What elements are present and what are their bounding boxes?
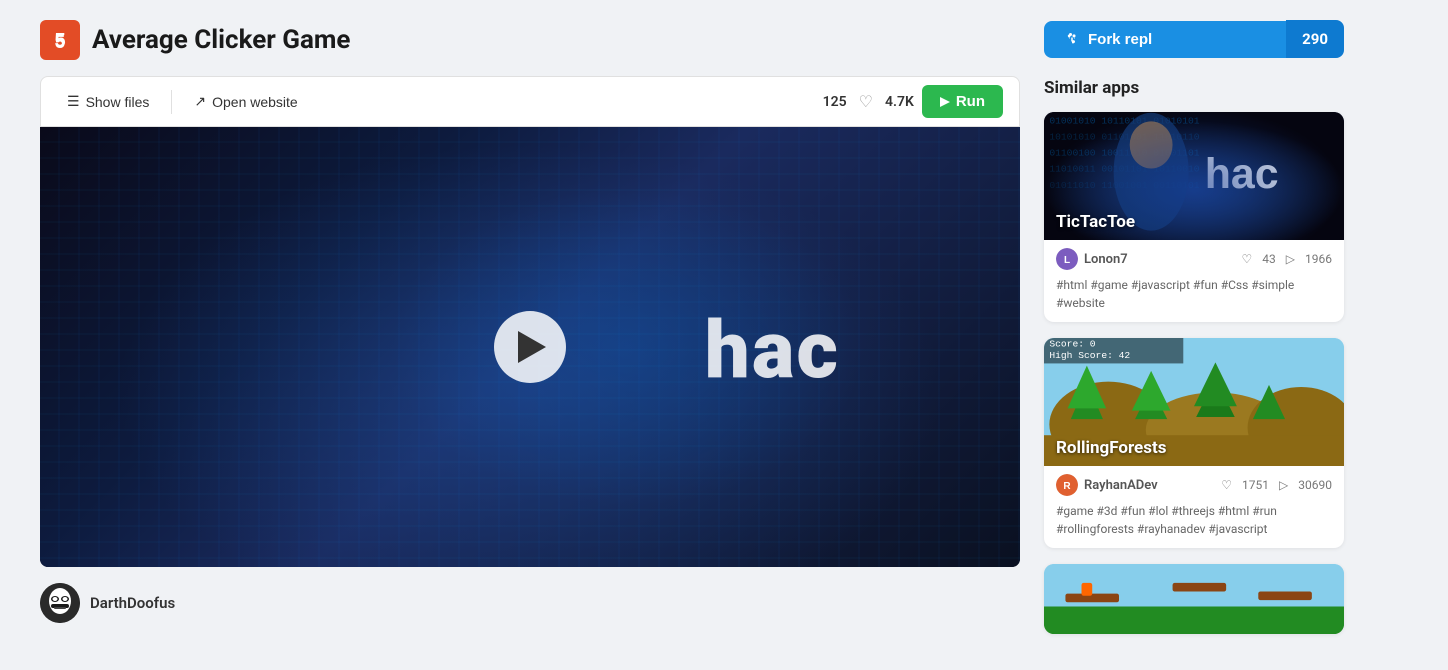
heart-icon[interactable]: ♡ xyxy=(859,92,873,111)
show-files-button[interactable]: ☰ Show files xyxy=(57,87,159,116)
author-name: DarthDoofus xyxy=(90,594,175,612)
run-label: Run xyxy=(956,93,985,110)
fork-count[interactable]: 290 xyxy=(1286,20,1344,58)
video-container[interactable]: hac xyxy=(40,127,1020,567)
app-card-2-name: RollingForests xyxy=(1056,438,1166,458)
app-card-2-body: R RayhanADev ♡ 1751 ▷ 30690 #game #3d #f… xyxy=(1044,466,1344,548)
svg-text:Score: 0: Score: 0 xyxy=(1049,338,1095,349)
app-card-2-stats: ♡ 1751 ▷ 30690 xyxy=(1221,478,1332,492)
external-link-icon: ↗ xyxy=(194,93,206,110)
heart-icon-1: ♡ xyxy=(1242,252,1253,266)
fork-label: Fork repl xyxy=(1088,31,1152,48)
svg-text:5: 5 xyxy=(54,30,65,52)
svg-text:R: R xyxy=(1063,481,1071,492)
heart-icon-2: ♡ xyxy=(1221,478,1232,492)
page-title: Average Clicker Game xyxy=(92,25,350,55)
app-card-tictactoe[interactable]: 01001010 10110101 01010101 10101010 0110… xyxy=(1044,112,1344,322)
app-card-2-tags: #game #3d #fun #lol #threejs #html #run … xyxy=(1056,502,1332,538)
fork-bar: Fork repl 290 xyxy=(1044,20,1344,58)
app-card-1-name: TicTacToe xyxy=(1056,212,1135,232)
app-card-1-body: L Lonon7 ♡ 43 ▷ 1966 #html #game #javasc… xyxy=(1044,240,1344,322)
svg-text:L: L xyxy=(1064,255,1070,266)
video-preview: hac xyxy=(40,127,1020,567)
play-button[interactable] xyxy=(494,311,566,383)
app-card-1-likes: 43 xyxy=(1262,252,1276,266)
fork-icon xyxy=(1064,31,1080,47)
app-card-2-meta: R RayhanADev ♡ 1751 ▷ 30690 xyxy=(1056,474,1332,496)
similar-apps-title: Similar apps xyxy=(1044,78,1344,98)
right-column: Fork repl 290 Similar apps xyxy=(1044,20,1344,650)
app-header: 5 5 Average Clicker Game xyxy=(40,20,1020,60)
view-count: 4.7K xyxy=(885,94,914,110)
app-card-platformer[interactable] xyxy=(1044,564,1344,634)
fork-button[interactable]: Fork repl xyxy=(1044,21,1286,58)
app-card-1-author: L Lonon7 xyxy=(1056,248,1128,270)
app-card-thumb-2: Score: 0 High Score: 42 RollingForests xyxy=(1044,338,1344,466)
author-section: DarthDoofus xyxy=(40,583,1020,623)
toolbar: ☰ Show files ↗ Open website 125 ♡ 4.7K R… xyxy=(40,76,1020,127)
avatar xyxy=(40,583,80,623)
app-card-2-likes: 1751 xyxy=(1242,478,1269,492)
svg-text:High Score: 42: High Score: 42 xyxy=(1049,350,1130,361)
app-card-2-avatar: R xyxy=(1056,474,1078,496)
show-files-label: Show files xyxy=(86,94,150,110)
app-card-rollingforests[interactable]: Score: 0 High Score: 42 RollingForests R… xyxy=(1044,338,1344,548)
app-card-1-author-name: Lonon7 xyxy=(1084,252,1128,267)
open-website-button[interactable]: ↗ Open website xyxy=(184,87,307,116)
play-icon xyxy=(940,97,950,107)
app-card-1-avatar: L xyxy=(1056,248,1078,270)
app-card-1-meta: L Lonon7 ♡ 43 ▷ 1966 xyxy=(1056,248,1332,270)
hac-text-overlay: hac xyxy=(705,303,840,397)
app-card-2-author: R RayhanADev xyxy=(1056,474,1158,496)
similar-apps-section: Similar apps 01 xyxy=(1044,78,1344,634)
app-card-1-tags: #html #game #javascript #fun #Css #simpl… xyxy=(1056,276,1332,312)
play-icon-2: ▷ xyxy=(1279,478,1288,492)
app-card-thumb-3 xyxy=(1044,564,1344,634)
files-icon: ☰ xyxy=(67,93,80,110)
app-card-2-author-name: RayhanADev xyxy=(1084,478,1158,493)
play-icon-1: ▷ xyxy=(1286,252,1295,266)
html5-icon: 5 5 xyxy=(40,20,80,60)
app-card-1-stats: ♡ 43 ▷ 1966 xyxy=(1242,252,1332,266)
left-column: 5 5 Average Clicker Game ☰ Show files ↗ … xyxy=(40,20,1020,650)
app-card-thumb-1: 01001010 10110101 01010101 10101010 0110… xyxy=(1044,112,1344,240)
app-card-1-views: 1966 xyxy=(1305,252,1332,266)
toolbar-divider xyxy=(171,90,172,114)
app-card-2-views: 30690 xyxy=(1298,478,1332,492)
run-button[interactable]: Run xyxy=(922,85,1003,118)
like-count: 125 xyxy=(823,94,847,110)
open-website-label: Open website xyxy=(212,94,298,110)
thumb-image-3 xyxy=(1044,564,1344,634)
stats-section: 125 ♡ 4.7K xyxy=(823,92,914,111)
